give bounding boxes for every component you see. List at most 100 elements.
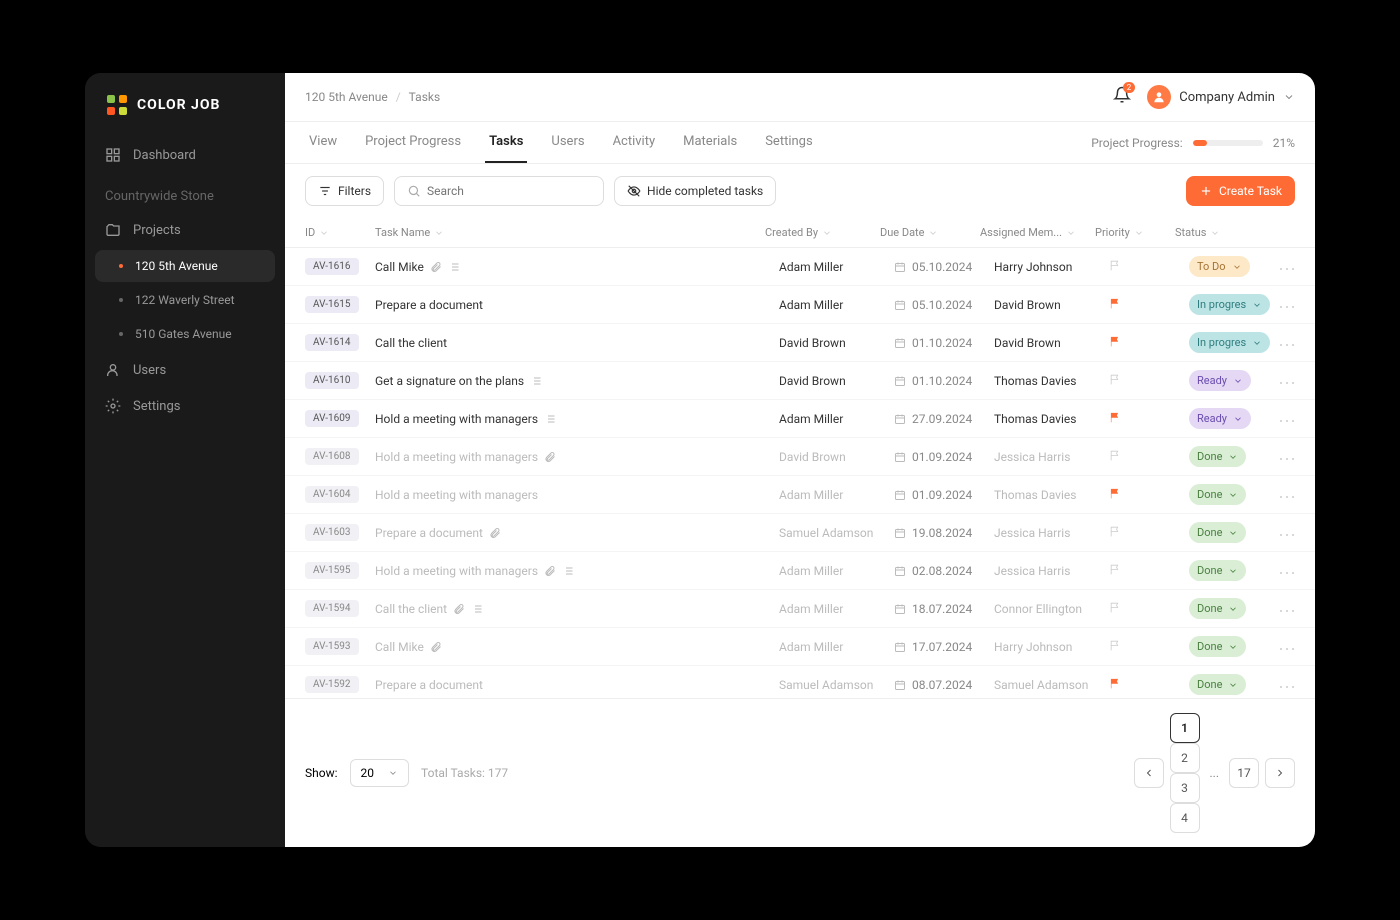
priority-cell[interactable] [1109, 601, 1189, 617]
row-actions[interactable] [1279, 412, 1295, 426]
status-badge[interactable]: Done [1189, 560, 1246, 581]
tab-settings[interactable]: Settings [761, 122, 816, 163]
page-4[interactable]: 4 [1170, 803, 1200, 833]
page-3[interactable]: 3 [1170, 773, 1200, 803]
table-row[interactable]: AV-1603Prepare a documentSamuel Adamson1… [285, 514, 1315, 552]
flag-icon [1109, 639, 1122, 652]
status-badge[interactable]: To Do [1189, 256, 1250, 277]
row-actions[interactable] [1279, 640, 1295, 654]
list-icon [544, 413, 556, 425]
priority-cell[interactable] [1109, 487, 1189, 503]
flag-icon [1109, 297, 1122, 310]
priority-cell[interactable] [1109, 639, 1189, 655]
user-label: Company Admin [1179, 90, 1275, 105]
page-next[interactable] [1265, 758, 1295, 788]
row-actions[interactable] [1279, 374, 1295, 388]
tab-users[interactable]: Users [547, 122, 588, 163]
calendar-icon [894, 565, 906, 577]
priority-cell[interactable] [1109, 297, 1189, 313]
hide-completed-button[interactable]: Hide completed tasks [614, 176, 776, 206]
table-row[interactable]: AV-1604Hold a meeting with managersAdam … [285, 476, 1315, 514]
page-2[interactable]: 2 [1170, 743, 1200, 773]
priority-cell[interactable] [1109, 411, 1189, 427]
nav-settings[interactable]: Settings [85, 388, 285, 424]
folder-icon [105, 222, 121, 238]
sidebar-item-project-0[interactable]: 120 5th Avenue [95, 250, 275, 282]
column-header[interactable]: Due Date [880, 226, 980, 239]
status-badge[interactable]: Done [1189, 484, 1246, 505]
sort-icon [1210, 228, 1220, 238]
table-row[interactable]: AV-1609Hold a meeting with managersAdam … [285, 400, 1315, 438]
table-row[interactable]: AV-1608Hold a meeting with managersDavid… [285, 438, 1315, 476]
row-actions[interactable] [1279, 260, 1295, 274]
attachment-icon [430, 261, 442, 273]
status-badge[interactable]: In progres [1189, 294, 1270, 315]
calendar-icon [894, 527, 906, 539]
nav-settings-label: Settings [133, 399, 180, 414]
filters-button[interactable]: Filters [305, 176, 384, 206]
tab-project-progress[interactable]: Project Progress [361, 122, 465, 163]
table-row[interactable]: AV-1593Call MikeAdam Miller17.07.2024Har… [285, 628, 1315, 666]
priority-cell[interactable] [1109, 677, 1189, 693]
row-actions[interactable] [1279, 450, 1295, 464]
table-row[interactable]: AV-1595Hold a meeting with managersAdam … [285, 552, 1315, 590]
user-menu[interactable]: Company Admin [1147, 85, 1295, 109]
assigned-to: Jessica Harris [994, 526, 1109, 540]
row-actions[interactable] [1279, 678, 1295, 692]
page-size-select[interactable]: 20 [350, 759, 410, 787]
status-badge[interactable]: Done [1189, 674, 1246, 695]
table-row[interactable]: AV-1594Call the clientAdam Miller18.07.2… [285, 590, 1315, 628]
priority-cell[interactable] [1109, 449, 1189, 465]
sidebar-item-project-1[interactable]: 122 Waverly Street [95, 284, 275, 316]
nav-dashboard[interactable]: Dashboard [85, 137, 285, 173]
status-badge[interactable]: Done [1189, 446, 1246, 467]
column-header[interactable]: Task Name [375, 226, 765, 239]
table-row[interactable]: AV-1614Call the clientDavid Brown01.10.2… [285, 324, 1315, 362]
attachment-icon [430, 641, 442, 653]
table-row[interactable]: AV-1616Call MikeAdam Miller05.10.2024Har… [285, 248, 1315, 286]
nav-users[interactable]: Users [85, 352, 285, 388]
page-1[interactable]: 1 [1170, 713, 1200, 743]
column-header[interactable]: Status [1175, 226, 1265, 239]
nav-projects[interactable]: Projects [85, 212, 285, 248]
tab-materials[interactable]: Materials [679, 122, 741, 163]
priority-cell[interactable] [1109, 335, 1189, 351]
status-badge[interactable]: Done [1189, 636, 1246, 657]
row-actions[interactable] [1279, 564, 1295, 578]
created-by: Samuel Adamson [779, 678, 894, 692]
tabs-row: View Project Progress Tasks Users Activity Ma… [285, 122, 1315, 164]
status-badge[interactable]: Done [1189, 598, 1246, 619]
breadcrumb-project[interactable]: 120 5th Avenue [305, 90, 388, 104]
tab-tasks[interactable]: Tasks [485, 122, 527, 163]
column-header[interactable]: Assigned Mem... [980, 226, 1095, 239]
table-row[interactable]: AV-1615Prepare a documentAdam Miller05.1… [285, 286, 1315, 324]
status-badge[interactable]: In progres [1189, 332, 1270, 353]
row-actions[interactable] [1279, 526, 1295, 540]
tab-view[interactable]: View [305, 122, 341, 163]
notifications-button[interactable]: 2 [1113, 86, 1131, 108]
column-header[interactable]: Priority [1095, 226, 1175, 239]
priority-cell[interactable] [1109, 259, 1189, 275]
page-last[interactable]: 17 [1229, 758, 1259, 788]
status-badge[interactable]: Ready [1189, 408, 1251, 429]
priority-cell[interactable] [1109, 563, 1189, 579]
search-input[interactable] [427, 184, 591, 198]
column-header[interactable]: ID [305, 226, 375, 239]
row-actions[interactable] [1279, 602, 1295, 616]
row-actions[interactable] [1279, 336, 1295, 350]
search-box[interactable] [394, 176, 604, 206]
create-task-button[interactable]: Create Task [1186, 176, 1295, 206]
table-row[interactable]: AV-1610Get a signature on the plansDavid… [285, 362, 1315, 400]
sidebar-item-project-2[interactable]: 510 Gates Avenue [95, 318, 275, 350]
tab-activity[interactable]: Activity [609, 122, 660, 163]
priority-cell[interactable] [1109, 373, 1189, 389]
status-badge[interactable]: Done [1189, 522, 1246, 543]
row-actions[interactable] [1279, 298, 1295, 312]
column-header[interactable]: Created By [765, 226, 880, 239]
row-actions[interactable] [1279, 488, 1295, 502]
priority-cell[interactable] [1109, 525, 1189, 541]
chevron-down-icon [1252, 300, 1262, 310]
page-prev[interactable] [1134, 758, 1164, 788]
table-row[interactable]: AV-1592Prepare a documentSamuel Adamson0… [285, 666, 1315, 698]
status-badge[interactable]: Ready [1189, 370, 1251, 391]
